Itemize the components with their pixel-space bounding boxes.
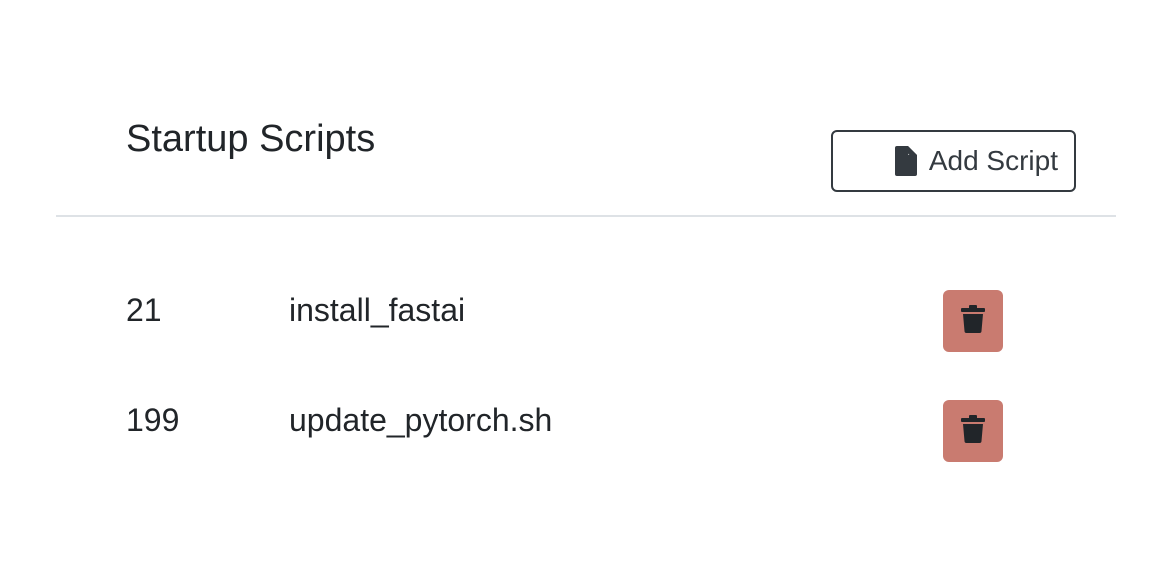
script-id: 199 [126,402,180,438]
script-row: 21 install_fastai [0,290,1154,352]
script-name: install_fastai [289,292,466,328]
script-name: update_pytorch.sh [289,402,553,438]
add-script-label: Add Script [928,145,1058,176]
delete-script-button[interactable] [943,290,1003,352]
trash-icon [961,414,985,448]
trash-icon [961,304,985,338]
script-id: 21 [126,292,162,328]
script-row: 199 update_pytorch.sh [0,400,1154,462]
delete-script-button[interactable] [943,400,1003,462]
add-script-button[interactable]: Add Script [831,130,1076,192]
startup-scripts-panel: Startup Scripts Add Script 21 install_fa… [0,0,1154,564]
file-icon [894,146,917,176]
header-divider [56,215,1116,217]
page-title: Startup Scripts [126,118,376,160]
